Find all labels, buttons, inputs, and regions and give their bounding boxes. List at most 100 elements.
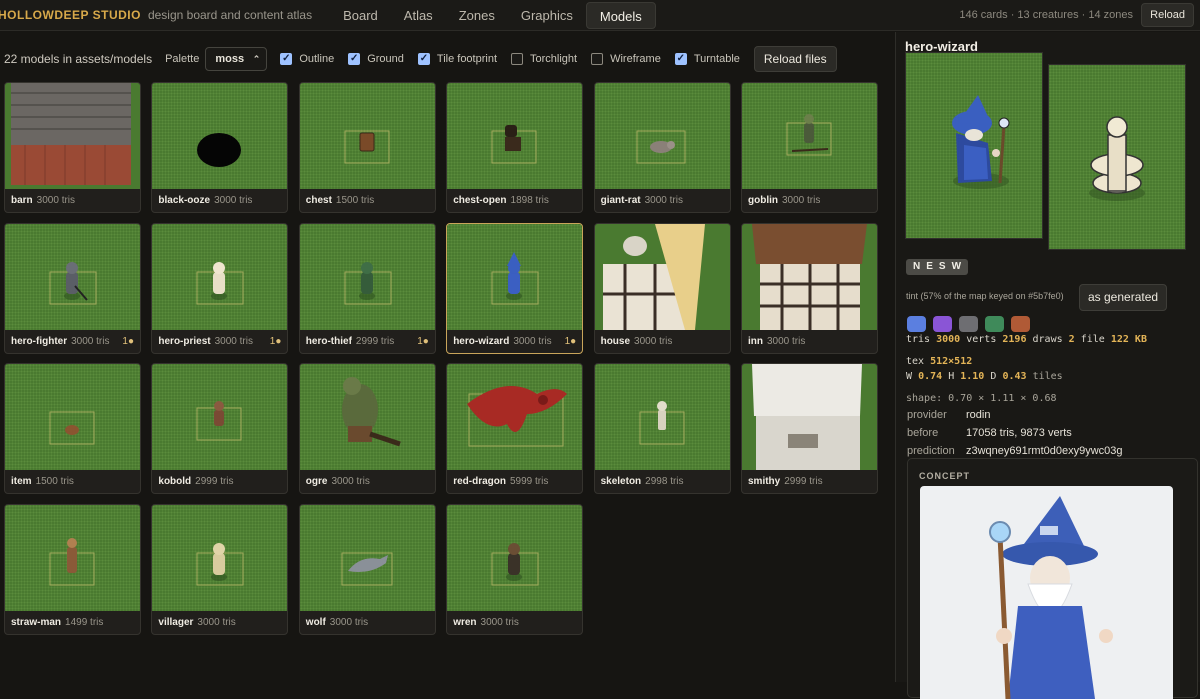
model-card-footer: ogre 3000 tris <box>300 470 435 493</box>
model-card-black-ooze[interactable]: black-ooze 3000 tris <box>151 82 289 213</box>
prediction-row: prediction z3wqney691rmt0d0exy9ywc03g <box>907 445 1123 457</box>
model-card-straw-man[interactable]: straw-man 1499 tris <box>4 503 141 635</box>
info-label: provider <box>907 409 947 421</box>
model-card-hero-thief[interactable]: hero-thief 2999 tris 1● <box>298 222 436 354</box>
palette-select[interactable]: moss ⌃ <box>205 47 268 71</box>
model-card-skeleton[interactable]: skeleton 2998 tris <box>593 363 731 494</box>
reload-files-button[interactable]: Reload files <box>753 46 837 72</box>
model-card-kobold[interactable]: kobold 2999 tris <box>151 363 289 494</box>
model-card-footer: smithy 2999 tris <box>742 470 877 493</box>
checkbox-checked-icon[interactable]: ✓ <box>348 53 361 65</box>
model-card-footer: kobold 2999 tris <box>152 470 287 493</box>
tint-swatch[interactable] <box>959 316 978 332</box>
wizard-concept-icon <box>989 496 1113 699</box>
checkbox-checked-icon[interactable]: ✓ <box>417 53 430 65</box>
model-card-red-dragon[interactable]: red-dragon 5999 tris <box>446 363 584 494</box>
model-card-footer: skeleton 2998 tris <box>595 470 730 493</box>
tab-board[interactable]: Board <box>330 2 391 29</box>
direction-e[interactable]: E <box>926 260 933 274</box>
model-card-villager[interactable]: villager 3000 tris <box>151 503 289 635</box>
model-name: chest <box>305 195 332 206</box>
model-tris: 5999 tris <box>509 476 549 487</box>
model-card-footer: house 3000 tris <box>595 330 730 353</box>
dim-value: 1.10 <box>960 371 985 382</box>
model-tris: 1499 tris <box>65 616 104 628</box>
info-value: 17058 tris, 9873 verts <box>966 427 1072 439</box>
dim-unit: tiles <box>1032 371 1063 382</box>
tint-swatch[interactable] <box>907 316 926 332</box>
tab-graphics[interactable]: Graphics <box>508 2 586 29</box>
dim-label: W <box>906 371 913 382</box>
stat-label: file <box>1080 334 1105 345</box>
direction-s[interactable]: S <box>939 260 946 274</box>
direction-w[interactable]: W <box>952 260 961 274</box>
model-card-item[interactable]: item 1500 tris <box>4 363 141 494</box>
checkbox-ground[interactable]: ✓ Ground <box>348 53 404 65</box>
concept-card: CONCEPT <box>907 458 1198 699</box>
tab-atlas[interactable]: Atlas <box>391 2 446 29</box>
model-name: kobold <box>158 476 192 487</box>
inn-icon <box>742 223 877 330</box>
model-tris: 3000 tris <box>767 335 806 347</box>
model-card-ogre[interactable]: ogre 3000 tris <box>298 363 436 494</box>
model-card-hero-priest[interactable]: hero-priest 3000 tris 1● <box>151 222 289 354</box>
wolf-icon <box>299 504 435 611</box>
info-label: prediction <box>907 445 955 457</box>
checkbox-checked-icon[interactable]: ✓ <box>280 53 293 65</box>
model-tris: 3000 tris <box>644 195 683 206</box>
skeleton-icon <box>594 364 730 470</box>
concept-count-badge: 1● <box>417 335 429 347</box>
wizard-icon <box>447 223 583 330</box>
checkbox-label: Wireframe <box>610 53 661 65</box>
checkbox-torchlight[interactable]: Torchlight <box>511 53 577 65</box>
checkbox-tile-footprint[interactable]: ✓ Tile footprint <box>417 53 497 65</box>
tint-swatch[interactable] <box>933 316 952 332</box>
model-tris: 3000 tris <box>480 616 519 628</box>
model-tris: 3000 tris <box>782 195 821 206</box>
model-card-chest-open[interactable]: chest-open 1898 tris <box>446 82 584 213</box>
concept-count-badge: 1● <box>269 335 282 347</box>
tex-value: 512×512 <box>930 356 973 367</box>
model-name: hero-thief <box>305 335 352 347</box>
checkbox-checked-icon[interactable]: ✓ <box>674 53 687 65</box>
model-card-wren[interactable]: wren 3000 tris <box>446 503 584 635</box>
model-card-house[interactable]: house 3000 tris <box>593 222 731 354</box>
model-card-inn[interactable]: inn 3000 tris <box>741 222 878 354</box>
checkbox-unchecked-icon[interactable] <box>591 53 604 65</box>
model-card-chest[interactable]: chest 1500 tris <box>298 82 436 213</box>
direction-n[interactable]: N <box>913 260 920 274</box>
model-card-hero-fighter[interactable]: hero-fighter 3000 tris 1● <box>4 222 141 354</box>
model-card-wolf[interactable]: wolf 3000 tris <box>298 503 436 635</box>
checkbox-label: Outline <box>299 53 335 65</box>
model-card-giant-rat[interactable]: giant-rat 3000 tris <box>593 82 731 213</box>
model-name: smithy <box>748 476 781 487</box>
model-stats: tris 3000 verts 2196 draws 2 file 122 KB <box>906 334 1147 345</box>
stat-value: 122 KB <box>1110 334 1147 345</box>
as-generated-button[interactable]: as generated <box>1079 284 1168 311</box>
model-card-footer: inn 3000 tris <box>742 330 877 353</box>
model-card-hero-wizard[interactable]: hero-wizard 3000 tris 1● <box>446 222 584 354</box>
checkbox-wireframe[interactable]: Wireframe <box>591 53 661 65</box>
model-preview-back[interactable] <box>1048 64 1186 250</box>
checkbox-outline[interactable]: ✓ Outline <box>280 53 334 65</box>
texture-size: tex 512×512 <box>906 356 972 367</box>
tab-models[interactable]: Models <box>585 1 656 29</box>
dragon-icon <box>447 364 583 470</box>
brand-tagline: design board and content atlas <box>147 8 313 22</box>
concept-count-badge: 1● <box>564 335 577 347</box>
model-card-footer: hero-thief 2999 tris 1● <box>300 330 435 353</box>
model-tris: 2999 tris <box>195 476 234 487</box>
shape-info: shape: 0.70 × 1.11 × 0.68 <box>906 393 1057 404</box>
model-preview-front[interactable] <box>905 52 1043 239</box>
model-name: black-ooze <box>158 195 211 206</box>
rat-icon <box>594 83 730 189</box>
model-card-barn[interactable]: barn 3000 tris <box>4 82 141 213</box>
checkbox-unchecked-icon[interactable] <box>511 53 524 65</box>
reload-button[interactable]: Reload <box>1141 3 1194 27</box>
tint-swatch[interactable] <box>1011 316 1030 332</box>
model-card-smithy[interactable]: smithy 2999 tris <box>741 363 878 494</box>
checkbox-turntable[interactable]: ✓ Turntable <box>674 53 740 65</box>
tab-zones[interactable]: Zones <box>446 2 508 29</box>
tint-swatch[interactable] <box>985 316 1004 332</box>
model-card-goblin[interactable]: goblin 3000 tris <box>741 82 878 213</box>
